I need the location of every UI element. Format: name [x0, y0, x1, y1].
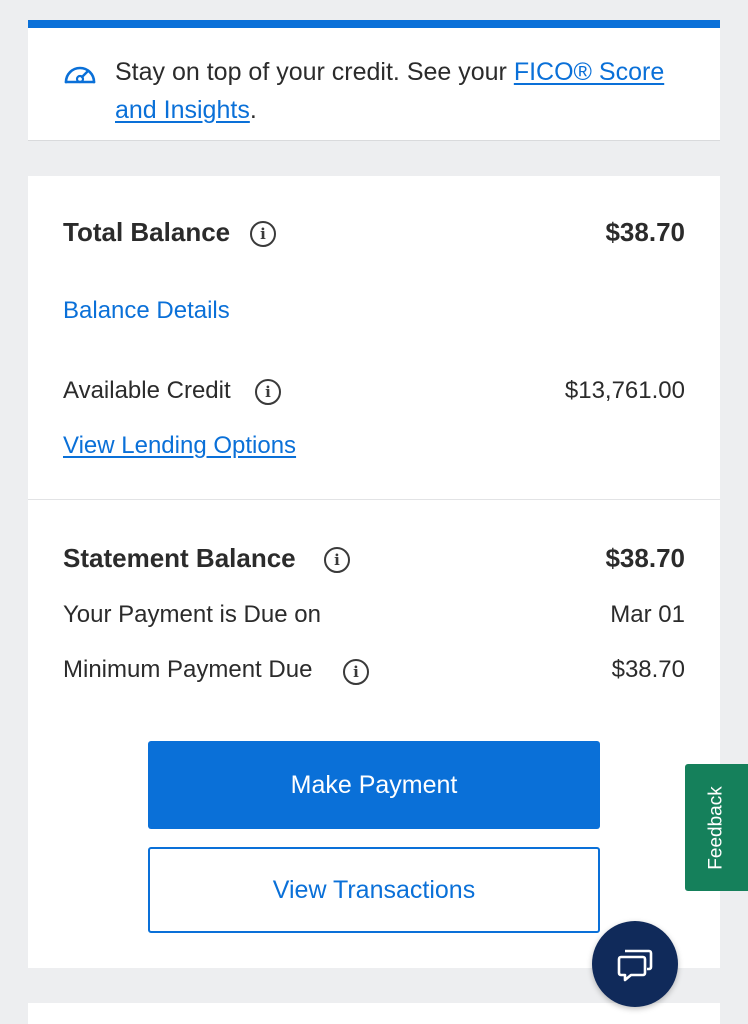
chat-bubbles-icon	[617, 949, 653, 982]
minimum-payment-info-icon[interactable]: i	[343, 659, 369, 685]
total-balance-info-icon[interactable]: i	[250, 221, 276, 247]
payment-due-label: Your Payment is Due on	[63, 601, 321, 628]
statement-balance-label: Statement Balance	[63, 543, 296, 573]
feedback-tab-label: Feedback	[705, 785, 727, 870]
feedback-tab[interactable]: Feedback	[685, 764, 748, 891]
available-credit-info-icon[interactable]: i	[255, 379, 281, 405]
section-divider	[28, 499, 720, 500]
total-balance-label: Total Balance	[63, 217, 231, 247]
speedometer-icon	[64, 66, 96, 84]
statement-balance-info-icon[interactable]: i	[324, 547, 350, 573]
available-credit-label: Available Credit	[63, 377, 231, 404]
make-payment-button[interactable]: Make Payment	[148, 741, 600, 829]
view-transactions-button[interactable]: View Transactions	[148, 847, 600, 933]
payment-due-date: Mar 01	[610, 601, 685, 628]
total-balance-value: $38.70	[605, 217, 685, 247]
chat-button[interactable]	[592, 921, 678, 1007]
account-summary-card: Total Balance i $38.70 Balance Details A…	[28, 176, 720, 968]
available-credit-value: $13,761.00	[564, 377, 685, 404]
next-card	[28, 1003, 720, 1024]
minimum-payment-label: Minimum Payment Due	[63, 656, 313, 683]
fico-banner-text: Stay on top of your credit. See your FIC…	[115, 58, 665, 124]
minimum-payment-value: $38.70	[611, 656, 685, 683]
balance-details-link[interactable]: Balance Details	[63, 297, 230, 325]
fico-banner: Stay on top of your credit. See your FIC…	[28, 20, 720, 141]
view-lending-options-link[interactable]: View Lending Options	[63, 432, 296, 460]
statement-balance-value: $38.70	[605, 543, 685, 573]
